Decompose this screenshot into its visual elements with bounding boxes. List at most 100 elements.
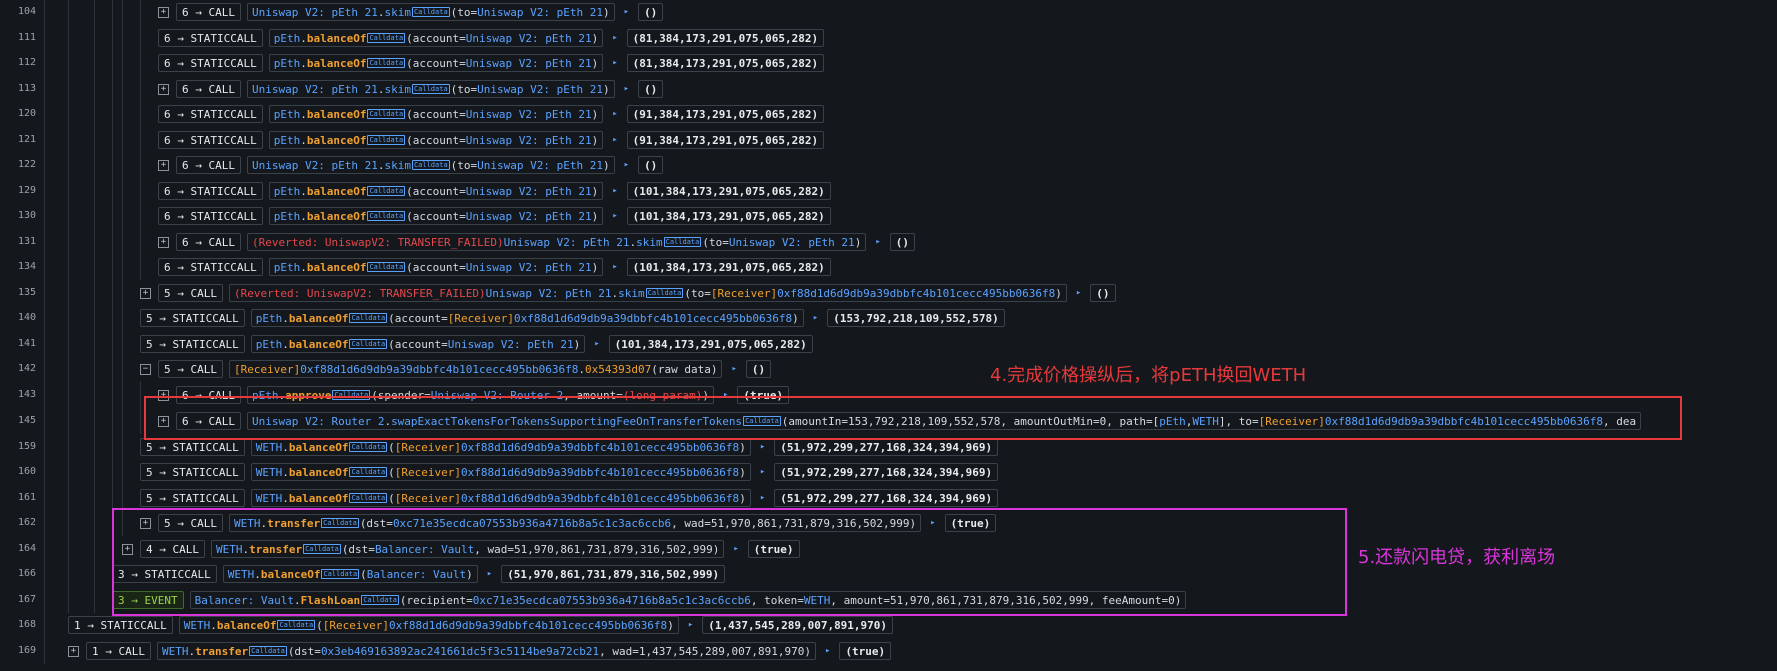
calldata-icon[interactable]: Calldata [349, 467, 388, 477]
calldata-icon[interactable]: Calldata [411, 7, 450, 17]
plus-square-icon[interactable]: + [158, 236, 169, 248]
tag-label[interactable]: [Receiver] [323, 619, 389, 632]
calldata-icon[interactable]: Calldata [249, 646, 287, 656]
call-signature[interactable]: pEth. balanceOf Calldata (account= Uniswap V… [268, 258, 604, 276]
address-label[interactable]: skim [384, 6, 411, 19]
tag-label[interactable]: [Receiver] [395, 441, 461, 454]
address-label[interactable]: WETH [162, 645, 189, 658]
call-signature[interactable]: WETH. balanceOf Calldata([Receiver] 0xf88d1… [250, 463, 751, 481]
tag-label[interactable]: [Receiver] [395, 466, 461, 479]
address-label[interactable]: pEth [274, 261, 301, 274]
call-signature[interactable]: (Reverted: UniswapV2: TRANSFER_FAILED) U… [228, 284, 1067, 302]
trace-row[interactable]: 134 6 → STATICCALL pEth. balanceOf Calldata(… [0, 253, 1777, 280]
calldata-icon[interactable]: Calldata [663, 237, 702, 247]
trace-row[interactable]: 161 5 → STATICCALL WETH. balanceOf Calldata(… [0, 484, 1777, 511]
address-label[interactable]: skim [636, 236, 663, 249]
trace-row[interactable]: 129 6 → STATICCALL pEth. balanceOf Calldata(… [0, 177, 1777, 204]
address-label[interactable]: Uniswap V2: pEth 21 [477, 159, 603, 172]
calldata-icon[interactable]: Calldata [411, 84, 450, 94]
address-label[interactable]: Uniswap V2: pEth 21 [504, 236, 630, 249]
call-signature[interactable]: pEth. balanceOf Calldata (account= Uniswap V… [268, 29, 604, 47]
call-signature[interactable]: pEth. balanceOf Calldata (account= Uniswap V… [268, 182, 604, 200]
calldata-icon[interactable]: Calldata [277, 620, 316, 630]
trace-row[interactable]: 131 +6 → CALL (Reverted: UniswapV2: TRANSF… [0, 228, 1777, 255]
trace-row[interactable]: 120 6 → STATICCALL pEth. balanceOf Calldata(… [0, 100, 1777, 127]
call-signature[interactable]: pEth. balanceOf Calldata (account= Uniswap V… [268, 131, 604, 149]
address-label[interactable]: skim [618, 287, 645, 300]
address-label[interactable]: Uniswap V2: pEth 21 [466, 134, 592, 147]
address-label[interactable]: Uniswap V2: pEth 21 [252, 159, 378, 172]
calldata-icon[interactable]: Calldata [367, 109, 406, 119]
plus-square-icon[interactable]: + [140, 287, 151, 299]
address-label[interactable]: 0xf88d1d6d9db9a39dbbfc4b101cecc495bb0636… [389, 619, 667, 632]
call-signature[interactable]: Uniswap V2: pEth 21. skim Calldata (to= Unis… [246, 80, 615, 98]
address-label[interactable]: pEth [274, 134, 301, 147]
call-signature[interactable]: pEth. balanceOf Calldata (account= [Receiver… [250, 309, 804, 327]
address-label[interactable]: pEth [274, 57, 301, 70]
tag-label[interactable]: 0x54393d07 [585, 363, 651, 376]
address-label[interactable]: WETH [256, 466, 283, 479]
address-label[interactable]: 0xf88d1d6d9db9a39dbbfc4b101cecc495bb0636… [461, 441, 739, 454]
address-label[interactable]: Uniswap V2: pEth 21 [729, 236, 855, 249]
call-signature[interactable]: pEth. balanceOf Calldata (account= Uniswap V… [268, 54, 604, 72]
address-label[interactable]: Uniswap V2: pEth 21 [466, 210, 592, 223]
call-signature[interactable]: pEth. balanceOf Calldata (account= Uniswap V… [250, 335, 586, 353]
address-label[interactable]: pEth [274, 210, 301, 223]
call-signature[interactable]: (Reverted: UniswapV2: TRANSFER_FAILED) U… [246, 233, 867, 251]
address-label[interactable]: pEth [256, 312, 283, 325]
trace-row[interactable]: 122 +6 → CALL Uniswap V2: pEth 21. skim Call… [0, 151, 1777, 178]
address-label[interactable]: Uniswap V2: pEth 21 [466, 185, 592, 198]
trace-row[interactable]: 112 6 → STATICCALL pEth. balanceOf Calldata(… [0, 49, 1777, 76]
address-label[interactable]: 0xf88d1d6d9db9a39dbbfc4b101cecc495bb0636… [300, 363, 578, 376]
calldata-icon[interactable]: Calldata [367, 186, 406, 196]
call-signature[interactable]: WETH. transfer Calldata (dst= 0x3eb469163892… [156, 642, 817, 660]
tag-label[interactable]: [Receiver] [448, 312, 514, 325]
address-label[interactable]: 0xf88d1d6d9db9a39dbbfc4b101cecc495bb0636… [461, 492, 739, 505]
trace-row[interactable]: 130 6 → STATICCALL pEth. balanceOf Calldata(… [0, 202, 1777, 229]
address-label[interactable]: Uniswap V2: pEth 21 [252, 83, 378, 96]
plus-square-icon[interactable]: + [68, 645, 79, 657]
calldata-icon[interactable]: Calldata [367, 211, 406, 221]
trace-row[interactable]: 121 6 → STATICCALL pEth. balanceOf Calldata(… [0, 126, 1777, 153]
plus-square-icon[interactable]: + [158, 159, 169, 171]
address-label[interactable]: WETH [184, 619, 211, 632]
trace-row[interactable]: 140 5 → STATICCALL pEth. balanceOf Calldata(… [0, 304, 1777, 331]
address-label[interactable]: 0x3eb469163892ac241661dc5f3c5114be9a72cb… [321, 645, 599, 658]
minus-square-icon[interactable]: − [140, 363, 151, 375]
address-label[interactable]: pEth [256, 338, 283, 351]
address-label[interactable]: WETH [256, 441, 283, 454]
trace-row[interactable]: 160 5 → STATICCALL WETH. balanceOf Calldata(… [0, 458, 1777, 485]
address-label[interactable]: Uniswap V2: pEth 21 [466, 108, 592, 121]
address-label[interactable]: 0xf88d1d6d9db9a39dbbfc4b101cecc495bb0636… [777, 287, 1055, 300]
calldata-icon[interactable]: Calldata [367, 262, 406, 272]
calldata-icon[interactable]: Calldata [367, 58, 406, 68]
plus-square-icon[interactable]: + [158, 83, 169, 95]
call-signature[interactable]: pEth. balanceOf Calldata (account= Uniswap V… [268, 207, 604, 225]
call-signature[interactable]: Uniswap V2: pEth 21. skim Calldata (to= Unis… [246, 3, 615, 21]
address-label[interactable]: 0xf88d1d6d9db9a39dbbfc4b101cecc495bb0636… [461, 466, 739, 479]
plus-square-icon[interactable]: + [158, 6, 169, 18]
calldata-icon[interactable]: Calldata [367, 135, 406, 145]
trace-row[interactable]: 169 +1 → CALL WETH. transfer Calldata (dst= 0x… [0, 637, 1777, 664]
address-label[interactable]: Uniswap V2: pEth 21 [486, 287, 612, 300]
address-label[interactable]: Uniswap V2: pEth 21 [252, 6, 378, 19]
call-signature[interactable]: WETH. balanceOf Calldata([Receiver] 0xf88d1… [178, 616, 679, 634]
call-signature[interactable]: WETH. balanceOf Calldata([Receiver] 0xf88d1… [250, 438, 751, 456]
calldata-icon[interactable]: Calldata [645, 288, 684, 298]
trace-row[interactable]: 111 6 → STATICCALL pEth. balanceOf Calldata(… [0, 24, 1777, 51]
calldata-icon[interactable]: Calldata [349, 313, 388, 323]
tag-label[interactable]: [Receiver] [395, 492, 461, 505]
address-label[interactable]: Uniswap V2: pEth 21 [466, 57, 592, 70]
address-label[interactable]: pEth [274, 108, 301, 121]
tag-label[interactable]: [Receiver] [234, 363, 300, 376]
address-label[interactable]: skim [384, 83, 411, 96]
trace-row[interactable]: 142 −5 → CALL [Receiver] 0xf88d1d6d9db9a39… [0, 355, 1777, 382]
address-label[interactable]: skim [384, 159, 411, 172]
call-signature[interactable]: pEth. balanceOf Calldata (account= Uniswap V… [268, 105, 604, 123]
address-label[interactable]: Uniswap V2: pEth 21 [448, 338, 574, 351]
address-label[interactable]: 0xf88d1d6d9db9a39dbbfc4b101cecc495bb0636… [514, 312, 792, 325]
address-label[interactable]: Uniswap V2: pEth 21 [466, 32, 592, 45]
calldata-icon[interactable]: Calldata [349, 442, 388, 452]
address-label[interactable]: Uniswap V2: pEth 21 [466, 261, 592, 274]
trace-row[interactable]: 135 +5 → CALL (Reverted: UniswapV2: TRANSF… [0, 279, 1777, 306]
